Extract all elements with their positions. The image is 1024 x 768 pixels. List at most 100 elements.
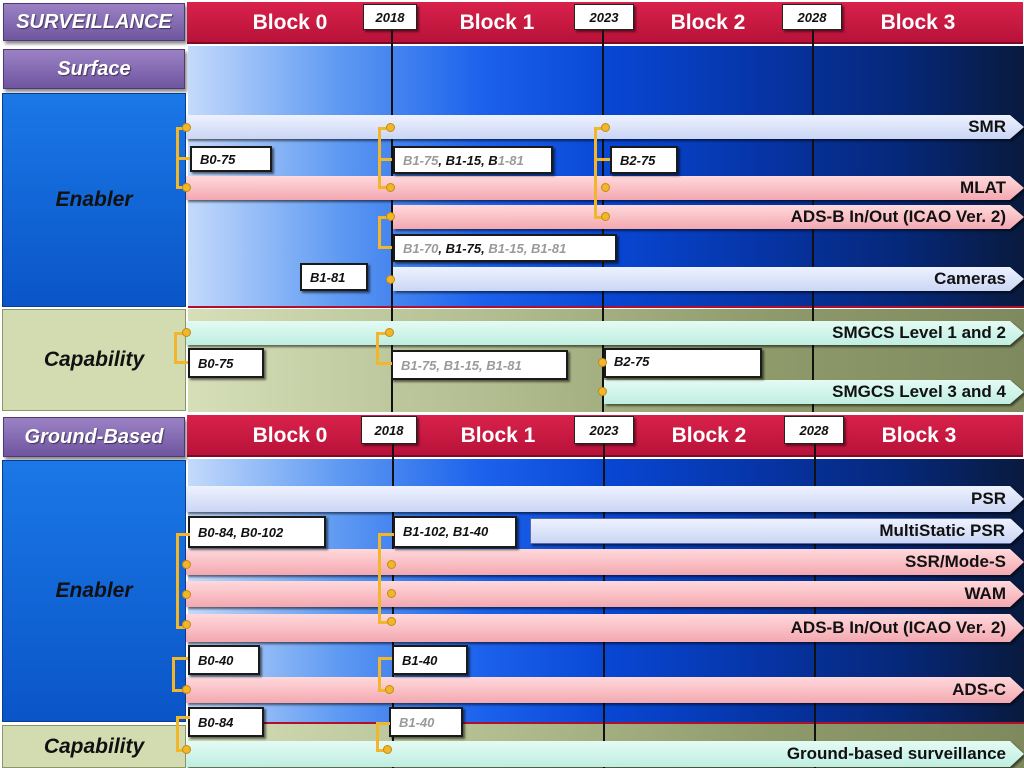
ref-b0-84-cap: B0-84 <box>188 707 264 737</box>
arrow-wam: WAM <box>186 581 1024 607</box>
ref-b0-75-surface: B0-75 <box>190 146 272 172</box>
arrow-psr-wrap: PSR <box>186 486 1024 512</box>
bracket-dot <box>386 183 395 192</box>
bracket-dot <box>601 212 610 221</box>
ref-b1-40-adsc: B1-40 <box>392 645 468 675</box>
block-2-label: Block 2 <box>670 11 746 34</box>
block-1-label: Block 1 <box>459 11 535 34</box>
arrow-adsb-ground: ADS-B In/Out (ICAO Ver. 2) <box>186 614 1024 642</box>
ref-text: B1-75, B1-15, B1-81 <box>401 357 522 373</box>
bracket-b0-ground <box>176 533 179 628</box>
year-2018-ground: 2018 <box>361 416 417 444</box>
bracket-b0-gcap-top <box>176 716 190 719</box>
bracket-b1-surface-1-mid <box>378 158 392 161</box>
arrow-adsb-surface-label: ADS-B In/Out (ICAO Ver. 2) <box>790 207 1006 226</box>
ref-text: B0-40 <box>198 652 234 668</box>
bracket-dot <box>386 275 395 284</box>
arrow-mlat-label: MLAT <box>960 178 1006 197</box>
ref-b2-75-surface: B2-75 <box>610 146 678 174</box>
ref-b2-75-capability: B2-75 <box>604 348 762 378</box>
arrow-ssr-label: SSR/Mode-S <box>904 552 1006 571</box>
ref-sep1: , <box>438 152 446 168</box>
bracket-dot <box>182 745 191 754</box>
arrow-ssr: SSR/Mode-S <box>186 549 1024 575</box>
ref-text: B1-40 <box>399 714 435 730</box>
section-ground-label: Ground-Based <box>3 417 185 457</box>
arrow-ground-surv: Ground-based surveillance <box>186 741 1024 767</box>
bracket-b1-cap-mid <box>376 362 392 365</box>
ref-part-b: B1-15 <box>445 152 482 168</box>
surface-divider <box>188 306 1024 308</box>
arrow-psr: PSR <box>186 486 1024 512</box>
ref-part-a: B1-70 <box>403 240 439 256</box>
arrow-adsb-surface-wrap: ADS-B In/Out (ICAO Ver. 2) <box>393 205 1024 229</box>
ground-enabler-text: Enabler <box>55 579 133 602</box>
ref-b0-84-102: B0-84, B0-102 <box>188 516 326 548</box>
bracket-dot <box>385 328 394 337</box>
arrow-cameras: Cameras <box>393 267 1024 291</box>
bracket-dot <box>598 387 607 396</box>
bracket-b0-surface-mid <box>176 157 190 160</box>
arrow-ground-surv-label: Ground-based surveillance <box>786 744 1006 763</box>
section-surface-label: Surface <box>3 49 185 89</box>
bracket-dot <box>182 560 191 569</box>
bracket-b0-cap <box>174 333 177 363</box>
bracket-b0-gcap <box>176 717 179 751</box>
arrow-adsc-wrap: ADS-C <box>186 677 1024 703</box>
surface-capability-label: Capability <box>2 309 186 411</box>
arrow-smgcs12-wrap: SMGCS Level 1 and 2 <box>186 321 1024 345</box>
ref-part-c: 1-81 <box>497 152 524 168</box>
ref-b0-40-adsc: B0-40 <box>188 645 260 675</box>
bracket-b1-ground <box>378 533 381 623</box>
bracket-dot <box>182 183 191 192</box>
block-2-label-ground: Block 2 <box>671 424 747 447</box>
ref-b1-capability: B1-75, B1-15, B1-81 <box>391 350 568 380</box>
block-1-label-ground: Block 1 <box>460 424 536 447</box>
year-2018: 2018 <box>363 4 417 30</box>
arrow-adsb-ground-wrap: ADS-B In/Out (ICAO Ver. 2) <box>186 614 1024 642</box>
bracket-dot <box>182 685 191 694</box>
ref-text: B0-84 <box>198 714 234 730</box>
bracket-dot <box>387 589 396 598</box>
ref-part-b: B1-75 <box>445 240 482 256</box>
arrow-multistatic-label: MultiStatic PSR <box>879 521 1005 540</box>
arrow-adsb-surface: ADS-B In/Out (ICAO Ver. 2) <box>393 205 1024 229</box>
bracket-dot <box>182 123 191 132</box>
bracket-dot <box>182 328 191 337</box>
title-label: SURVEILLANCE <box>3 3 185 41</box>
surface-capability-text: Capability <box>43 348 145 371</box>
bracket-b1-adsb-mid <box>378 246 392 249</box>
arrow-cameras-wrap: Cameras <box>393 267 1024 291</box>
ref-text: B0-84, B0-102 <box>198 524 284 540</box>
bracket-b1-adsb <box>378 217 381 247</box>
bracket-dot <box>385 685 394 694</box>
ref-b1-102-40: B1-102, B1-40 <box>393 516 517 548</box>
block-3-label-ground: Block 3 <box>881 424 957 447</box>
ref-b1-adsb-surface: B1-70, B1-75, B1-15, B1-81 <box>393 234 617 262</box>
year-2028: 2028 <box>782 4 842 30</box>
arrow-wam-label: WAM <box>964 584 1006 603</box>
bracket-dot <box>182 620 191 629</box>
bracket-b1-gcap <box>376 723 379 751</box>
bracket-b2-surface <box>594 128 597 218</box>
ref-sep1: , <box>438 240 446 256</box>
bracket-dot <box>383 745 392 754</box>
ref-part-a: B1-75 <box>403 152 439 168</box>
arrow-smgcs34-wrap: SMGCS Level 3 and 4 <box>604 380 1024 404</box>
ref-b1-40-cap: B1-40 <box>389 707 463 737</box>
bracket-b2-surface-mid <box>594 158 610 161</box>
arrow-smr-label: SMR <box>968 117 1006 136</box>
ref-part-c: B1-15, B1-81 <box>488 240 567 256</box>
bracket-dot <box>386 123 395 132</box>
bracket-b1-adsc-top <box>378 657 392 660</box>
arrow-adsc: ADS-C <box>186 677 1024 703</box>
ground-capability-label: Capability <box>2 725 186 768</box>
section-surface-text: Surface <box>57 57 131 80</box>
arrow-ssr-wrap: SSR/Mode-S <box>186 549 1024 575</box>
year-2028-ground: 2028 <box>784 416 844 444</box>
bracket-b1-ground-top <box>378 533 394 536</box>
arrow-smgcs12-label: SMGCS Level 1 and 2 <box>832 323 1006 342</box>
bracket-b0-adsc <box>172 658 175 691</box>
ground-capability-text: Capability <box>43 734 145 758</box>
block-3-label: Block 3 <box>880 11 956 34</box>
